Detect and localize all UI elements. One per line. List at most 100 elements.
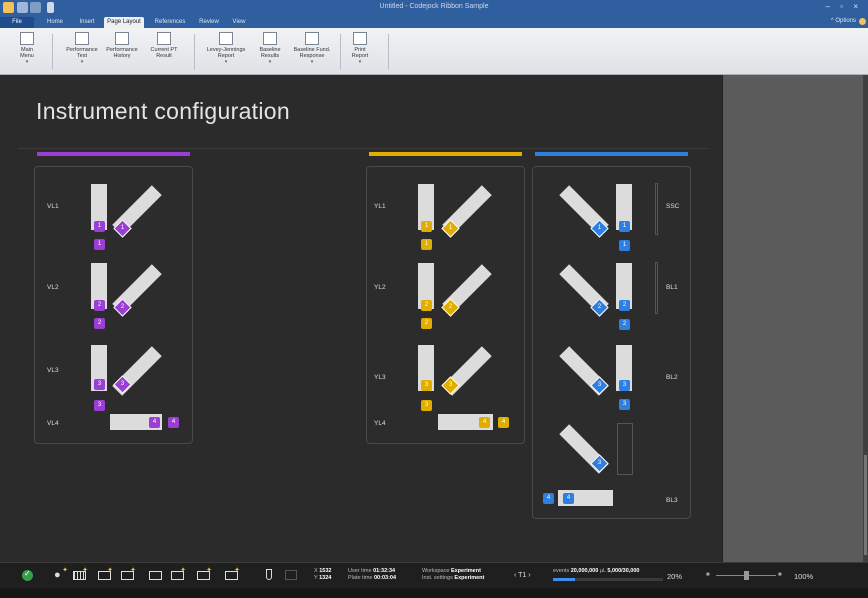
events-label: events: [553, 568, 570, 574]
chevron-down-icon: ▾: [310, 59, 314, 65]
progress-fill: [553, 578, 575, 581]
acquisition-progress-bar: [553, 578, 663, 581]
user-time-label: User time: [348, 568, 372, 574]
tab-review[interactable]: Review: [194, 17, 224, 28]
chevron-down-icon: ▾: [80, 59, 84, 65]
detector-badge: 1: [94, 239, 105, 250]
detector-badge: 2: [619, 319, 630, 330]
rack-tool-icon[interactable]: ✦: [196, 567, 212, 581]
tab-page-layout[interactable]: Page Layout: [104, 17, 144, 28]
tube-selector[interactable]: ‹ T1 ›: [514, 572, 531, 579]
zoom-in-icon[interactable]: ■: [778, 572, 782, 578]
filter-badge: 4: [563, 493, 574, 504]
ribbon-separator: [194, 34, 195, 70]
workspace-value: Experiment: [450, 568, 481, 574]
tab-view[interactable]: View: [226, 17, 252, 28]
scrollbar-thumb[interactable]: [864, 455, 867, 555]
chart-icon: [305, 32, 319, 45]
mirror-badge-label: 1: [597, 225, 602, 231]
baseline-fund-response-button[interactable]: Baseline Fund. Response ▾: [286, 32, 338, 65]
yellow-laser-bar: [369, 152, 522, 156]
row-label-bl3: BL3: [666, 497, 678, 504]
detector-badge: 1: [619, 240, 630, 251]
plate-grid-icon[interactable]: [285, 570, 297, 580]
detector-slot: [655, 183, 658, 235]
ribbon-separator: [388, 34, 389, 70]
filter-badge: 3: [421, 380, 432, 391]
row-label-bl1: BL1: [666, 284, 678, 291]
detector-badge: 2: [421, 318, 432, 329]
detector-badge: 3: [619, 399, 630, 410]
cursor-coordinates: X 1532 Y 1324: [314, 568, 331, 582]
chart-icon: [157, 32, 171, 45]
button-label: History: [113, 53, 131, 59]
filter-badge: 2: [421, 300, 432, 311]
detector-badge: 1: [421, 239, 432, 250]
filter-badge: 2: [619, 300, 630, 311]
violet-laser-bar: [37, 152, 190, 156]
detector-badge: 3: [421, 400, 432, 411]
tube-rack-tool-icon[interactable]: ✦: [97, 567, 113, 581]
vertical-scrollbar[interactable]: [863, 75, 868, 562]
chart-icon: [353, 32, 367, 45]
x-label: X: [314, 568, 318, 574]
volume-label: µL: [599, 568, 606, 574]
events-value: 20,000,000: [570, 568, 599, 574]
filter-badge: 3: [619, 380, 630, 391]
current-pt-result-button[interactable]: Current PT Result: [138, 32, 190, 59]
row-label-yl1: YL1: [374, 203, 386, 210]
zoom-out-icon[interactable]: ■: [706, 572, 710, 578]
detector-badge: 4: [168, 417, 179, 428]
ribbon-tabs: File Home Insert Page Layout References …: [0, 16, 868, 28]
filter-badge: 3: [94, 379, 105, 390]
print-report-button[interactable]: Print Report ▾: [334, 32, 386, 65]
detector-slot: [617, 423, 633, 475]
y-label: Y: [314, 575, 318, 581]
filter-badge: 1: [421, 221, 432, 232]
grid-plate-tool-icon[interactable]: ✦: [72, 567, 88, 581]
blue-detector-panel: [532, 166, 691, 519]
mirror-badge-label: 1: [448, 225, 453, 231]
mirror-badge-label: 3: [120, 381, 125, 387]
zoom-slider-thumb[interactable]: [744, 571, 749, 580]
detector-badge: 3: [94, 400, 105, 411]
row-label-ssc: SSC: [666, 203, 680, 210]
rack-tool-icon[interactable]: [148, 568, 164, 581]
mirror-badge-label: 2: [448, 304, 453, 310]
tube-rack-alt-tool-icon[interactable]: ✦: [120, 567, 136, 581]
mirror-badge-label: 3: [597, 382, 602, 388]
row-label-vl3: VL3: [47, 367, 59, 374]
main-menu-button[interactable]: Main Menu ▾: [4, 32, 50, 65]
workspace-readout: Workspace Experiment Inst. settings Expe…: [422, 568, 484, 582]
tab-insert[interactable]: Insert: [72, 17, 102, 28]
detector-badge: 2: [94, 318, 105, 329]
row-label-vl4: VL4: [47, 420, 59, 427]
row-label-yl3: YL3: [374, 374, 386, 381]
window-title: Untitled - Codejock Ribbon Sample: [379, 3, 489, 10]
rack-tool-icon[interactable]: ✦: [224, 567, 240, 581]
rack-tool-icon[interactable]: ✦: [170, 567, 186, 581]
options-menu[interactable]: ^ Options: [831, 18, 856, 24]
time-readout: User time 01:32:34 Plate time 00:03:04: [348, 568, 396, 582]
chart-icon: [263, 32, 277, 45]
check-circle-icon: [22, 569, 33, 581]
mirror-badge-label: 3: [448, 382, 453, 388]
plate-time-value: 00:03:04: [374, 575, 397, 581]
ribbon-separator: [52, 34, 53, 70]
tab-home[interactable]: Home: [40, 17, 70, 28]
button-label: Result: [156, 53, 172, 59]
mirror-badge-label: 2: [120, 304, 125, 310]
detector-badge: 4: [498, 417, 509, 428]
ribbon: Main Menu ▾ Performance Test ▾ Performan…: [0, 28, 868, 75]
window-controls[interactable]: – ▫ ×: [826, 2, 862, 11]
help-icon[interactable]: [859, 18, 866, 25]
tube-icon[interactable]: [266, 569, 272, 580]
tab-file[interactable]: File: [0, 17, 34, 28]
progress-percent: 20%: [667, 572, 683, 581]
droplet-tool-icon[interactable]: ● ✦: [52, 567, 68, 581]
page-title: Instrument configuration: [36, 98, 290, 124]
blue-laser-bar: [535, 152, 688, 156]
bottom-strip: [0, 588, 868, 598]
tab-references[interactable]: References: [150, 17, 190, 28]
filter-badge: 1: [94, 221, 105, 232]
